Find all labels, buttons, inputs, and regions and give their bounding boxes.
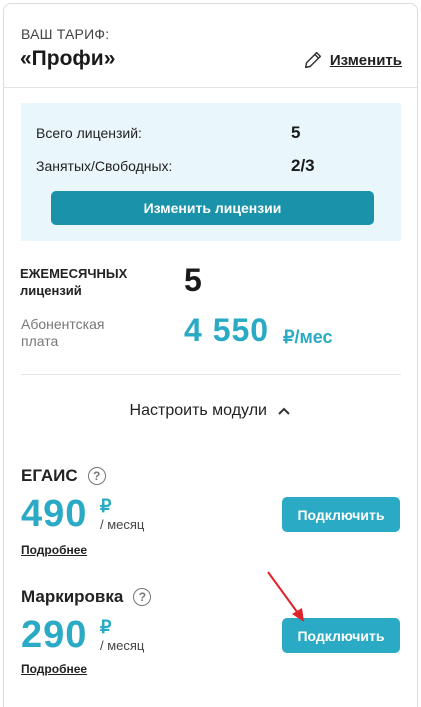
change-licenses-button[interactable]: Изменить лицензии xyxy=(51,191,374,225)
subscription-fee-label: Абонентская плата xyxy=(21,316,105,349)
module-egais-title: ЕГАИС ? xyxy=(21,466,106,486)
edit-tariff-link[interactable]: Изменить xyxy=(302,49,402,71)
subscription-fee-unit: ₽/мес xyxy=(283,327,333,347)
chevron-up-icon xyxy=(278,407,291,415)
subscription-fee-amount: 4 550 xyxy=(184,312,270,348)
help-icon[interactable]: ? xyxy=(87,467,106,485)
module-marking-more-link[interactable]: Подробнее xyxy=(21,662,87,676)
used-free-value: 2/3 xyxy=(291,156,315,175)
configure-modules-label: Настроить модули xyxy=(129,402,267,419)
license-summary: Всего лицензий: 5 Занятых/Свободных: 2/3… xyxy=(21,103,401,241)
edit-tariff-label: Изменить xyxy=(329,51,402,69)
tariff-name: «Профи» xyxy=(20,47,116,70)
module-title-label: Маркировка xyxy=(21,587,124,606)
module-marking-currency: ₽ xyxy=(100,617,112,637)
module-egais-more-link[interactable]: Подробнее xyxy=(21,543,87,557)
module-egais-period: / месяц xyxy=(100,517,145,532)
annotation-arrow-icon xyxy=(267,571,304,622)
module-egais-currency: ₽ xyxy=(100,496,112,516)
configure-modules-toggle[interactable]: Настроить модули xyxy=(0,402,421,420)
total-licenses-value: 5 xyxy=(291,123,301,142)
monthly-licenses-label: ЕЖЕМЕСЯЧНЫХ лицензий xyxy=(20,266,128,298)
monthly-licenses-count: 5 xyxy=(184,262,202,298)
module-marking-title: Маркировка ? xyxy=(21,587,152,607)
divider xyxy=(3,87,418,88)
tariff-caption: ВАШ ТАРИФ: xyxy=(21,26,110,42)
used-free-label: Занятых/Свободных: xyxy=(36,158,173,174)
module-egais-price: 490 xyxy=(21,493,88,535)
help-icon[interactable]: ? xyxy=(133,588,152,606)
pencil-icon xyxy=(304,51,321,69)
module-title-label: ЕГАИС xyxy=(21,466,78,485)
module-marking-price: 290 xyxy=(21,614,88,656)
module-marking-period: / месяц xyxy=(100,638,145,653)
total-licenses-label: Всего лицензий: xyxy=(36,125,142,141)
module-egais-connect-button[interactable]: Подключить xyxy=(282,497,400,532)
divider xyxy=(21,374,401,375)
